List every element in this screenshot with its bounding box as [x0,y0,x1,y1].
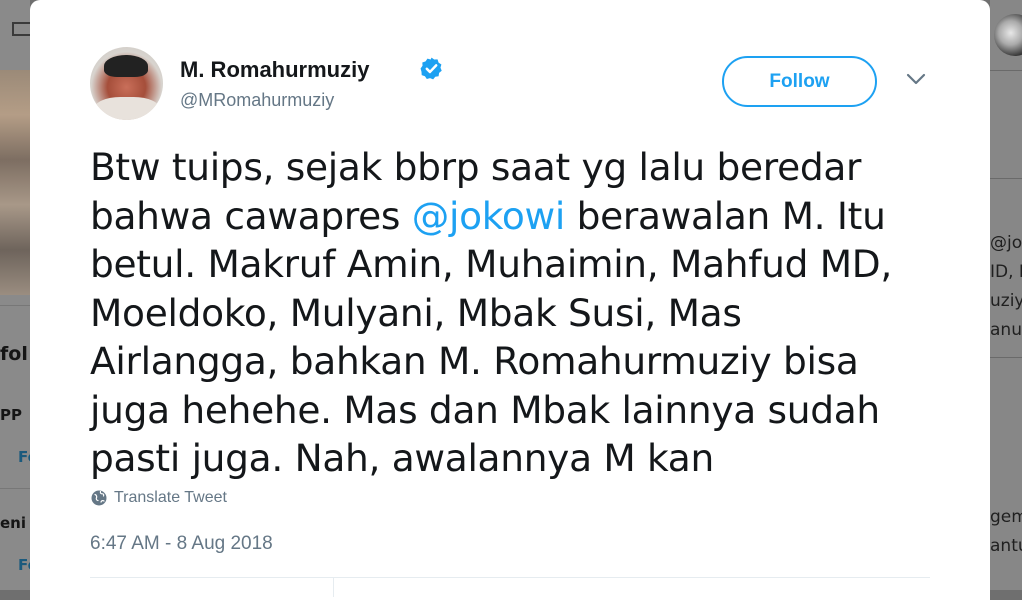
bg-fragment: eni [0,514,26,532]
bg-fragment: fol [0,343,28,365]
bg-fragment: anu [990,320,1022,340]
divider [990,70,1022,71]
avatar-hair [104,55,148,77]
globe-icon [91,490,107,506]
background-right-column: @jo ID, I uziy anu gem antu [990,0,1022,590]
bg-fragment: antu [990,536,1022,556]
tweet-text-segment: berawalan M. Itu [564,193,886,238]
bg-fragment: ID, I [990,262,1022,282]
divider [990,357,1022,358]
mention-link[interactable]: @jokowi [412,194,565,238]
mail-icon [12,22,30,36]
bg-fragment: uziy [990,291,1022,311]
tweet-text-line: Moeldoko, Mulyani, Mbak Susi, Mas [90,290,742,335]
tweet-text-line: pasti juga. Nah, awalannya M kan [90,436,714,480]
divider [990,178,1022,179]
verified-badge-icon [420,57,442,80]
tweet-timestamp[interactable]: 6:47 AM - 8 Aug 2018 [90,533,273,555]
divider [0,488,30,489]
background-left-column: fol PP Fo eni Fo [0,0,38,590]
tweet-text-line: Btw tuips, sejak bbrp saat yg lalu bered… [90,145,862,189]
author-name[interactable]: M. Romahurmuziy [180,57,369,83]
tweet-text-line: bahwa cawapres @jokowi berawalan M. Itu [90,192,930,241]
divider [0,305,30,306]
tweet-text-line: Airlangga, bahkan M. Romahurmuziy bisa [90,339,859,383]
chevron-down-icon[interactable] [906,72,926,86]
bg-fragment: gem [990,507,1022,527]
tweet-modal: M. Romahurmuziy @MRomahurmuziy Follow Bt… [30,0,990,600]
follow-button[interactable]: Follow [722,56,877,107]
user-avatar [994,14,1022,56]
bg-fragment: @jo [990,233,1022,253]
author-avatar[interactable] [90,47,163,120]
avatar-shirt [94,97,160,120]
bg-fragment: PP [0,406,22,424]
tweet-text-line: juga hehehe. Mas dan Mbak lainnya sudah [90,387,880,432]
divider [333,577,334,597]
media-thumbnails [0,70,30,295]
translate-label: Translate Tweet [114,489,227,506]
author-handle[interactable]: @MRomahurmuziy [180,90,334,111]
tweet-text-segment: bahwa cawapres [90,193,412,238]
divider [90,577,930,578]
tweet-text-line: betul. Makruf Amin, Muhaimin, Mahfud MD, [90,242,892,286]
tweet-text: Btw tuips, sejak bbrp saat yg lalu bered… [90,143,930,483]
translate-tweet-link[interactable]: Translate Tweet [91,489,227,507]
